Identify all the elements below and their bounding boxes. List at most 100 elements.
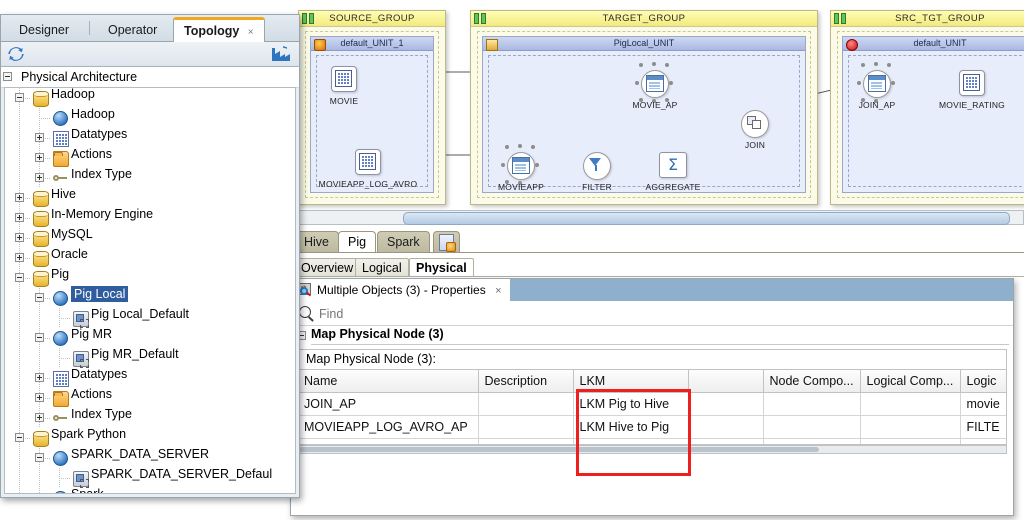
tree-item-hive[interactable]: Hive	[5, 187, 295, 208]
tree-item-pig-mr-default[interactable]: Pig MR_Default	[5, 347, 295, 368]
close-icon[interactable]: ×	[248, 27, 254, 38]
tree-item-datatypes[interactable]: Datatypes	[5, 127, 295, 148]
cell-name[interactable]: JOIN_AP	[298, 392, 479, 416]
column-name[interactable]: Name	[298, 370, 479, 393]
unit-default-unit[interactable]: default_UNIT JOIN_AP MOVIE_RATING	[842, 36, 1024, 193]
tree-item-in-memory-engine[interactable]: In-Memory Engine	[5, 207, 295, 228]
cell-description[interactable]	[478, 415, 574, 439]
refresh-icon[interactable]	[7, 45, 25, 63]
node-movie[interactable]: MOVIE	[330, 66, 358, 106]
cell-lkm[interactable]: LKM Pig to Hive	[573, 392, 689, 416]
node-aggregate[interactable]: Σ AGGREGATE	[645, 152, 700, 192]
tree-item-spark-data-server-defaul[interactable]: SPARK_DATA_SERVER_Defaul	[5, 467, 295, 488]
column-blank[interactable]	[688, 370, 764, 393]
grid-horizontal-scrollbar[interactable]	[297, 445, 1007, 454]
properties-table[interactable]: Name Description LKM Node Compo... Logic…	[298, 370, 1006, 444]
node-movieapp[interactable]: MOVIEAPP	[498, 144, 544, 192]
expand-icon[interactable]	[15, 253, 24, 262]
collapse-icon[interactable]	[3, 72, 12, 81]
diagram-horizontal-scrollbar[interactable]	[292, 210, 1024, 225]
tab-operator[interactable]: Operator	[98, 19, 167, 42]
cell-description[interactable]	[478, 392, 574, 416]
expand-icon[interactable]	[35, 393, 44, 402]
cell-logical-extra[interactable]: FILTE	[960, 415, 1006, 439]
tree-item-pig-mr[interactable]: Pig MR	[5, 327, 295, 348]
new-physical-design-button[interactable]	[433, 231, 460, 253]
column-logical-extra[interactable]: Logic	[960, 370, 1006, 393]
collapse-icon[interactable]	[15, 273, 24, 282]
cell-lkm[interactable]: LKM Hive to Pig	[573, 415, 689, 439]
tree-item-hadoop[interactable]: Hadoop	[5, 107, 295, 128]
tab-hive[interactable]: Hive	[294, 231, 340, 253]
column-logical-component[interactable]: Logical Comp...	[860, 370, 961, 393]
collapse-icon[interactable]	[15, 433, 24, 442]
physical-architecture-icon[interactable]	[271, 45, 291, 63]
tab-physical[interactable]: Physical	[409, 258, 474, 277]
cell-blank[interactable]	[688, 415, 764, 439]
unit-piglocal-unit[interactable]: PigLocal_UNIT MOVIE_AP MOVIEAPP FILTER Σ…	[482, 36, 806, 193]
node-movie-ap[interactable]: MOVIE_AP	[632, 62, 677, 110]
expand-icon[interactable]	[15, 213, 24, 222]
tree-item-datatypes[interactable]: Datatypes	[5, 367, 295, 388]
tree-item-spark-python[interactable]: Spark Python	[5, 427, 295, 448]
tab-logical[interactable]: Logical	[355, 258, 409, 277]
group-target[interactable]: TARGET_GROUP PigLocal_UNIT MOVIE_AP MOVI…	[470, 10, 818, 205]
tree-item-mysql[interactable]: MySQL	[5, 227, 295, 248]
collapse-icon[interactable]	[35, 493, 44, 494]
tree-item-spark-data-server[interactable]: SPARK_DATA_SERVER	[5, 447, 295, 468]
engine-tabs[interactable]: Hive Pig Spark	[290, 228, 1024, 253]
cell-logical-component[interactable]	[860, 392, 961, 416]
tree-item-hadoop[interactable]: Hadoop	[5, 88, 295, 108]
properties-tab[interactable]: ab Multiple Objects (3) - Properties ×	[291, 279, 510, 301]
tree-item-spark[interactable]: Spark	[5, 487, 295, 494]
column-node-component[interactable]: Node Compo...	[763, 370, 861, 393]
cell-node-component[interactable]	[763, 415, 861, 439]
tree-item-actions[interactable]: Actions	[5, 147, 295, 168]
column-description[interactable]: Description	[478, 370, 574, 393]
tab-designer[interactable]: Designer	[9, 19, 79, 42]
cell-name[interactable]: MOVIEAPP_LOG_AVRO_AP	[298, 415, 479, 439]
scrollbar-thumb[interactable]	[299, 447, 819, 452]
tab-spark[interactable]: Spark	[377, 231, 430, 253]
collapse-icon[interactable]	[35, 453, 44, 462]
group-source[interactable]: SOURCE_GROUP default_UNIT_1 MOVIE MOVIEA…	[298, 10, 446, 205]
scrollbar-thumb[interactable]	[403, 212, 1010, 225]
collapse-icon[interactable]	[35, 293, 44, 302]
expand-icon[interactable]	[35, 153, 44, 162]
node-movie-rating[interactable]: MOVIE_RATING	[939, 70, 1005, 110]
tab-pig[interactable]: Pig	[338, 231, 377, 253]
close-icon[interactable]: ×	[495, 285, 501, 297]
navigator-toolbar[interactable]	[1, 42, 299, 67]
collapse-icon[interactable]	[35, 333, 44, 342]
physical-architecture-tree[interactable]: Hadoop Hadoop Datatypes Actions Index Type Hi…	[4, 87, 296, 494]
node-filter[interactable]: FILTER	[582, 152, 612, 192]
expand-icon[interactable]	[35, 173, 44, 182]
tree-item-pig-local[interactable]: Pig Local	[5, 286, 295, 308]
cell-logical-extra[interactable]: movie	[960, 392, 1006, 416]
collapse-icon[interactable]	[15, 93, 24, 102]
column-lkm[interactable]: LKM	[573, 370, 689, 393]
search-input[interactable]	[317, 304, 921, 324]
expand-icon[interactable]	[35, 373, 44, 382]
physical-mapping-diagram[interactable]: SOURCE_GROUP default_UNIT_1 MOVIE MOVIEA…	[290, 0, 1024, 228]
section-header[interactable]: Map Physical Node (3)	[291, 326, 1013, 346]
tree-item-index-type[interactable]: Index Type	[5, 407, 295, 428]
cell-logical-component[interactable]	[860, 415, 961, 439]
expand-icon[interactable]	[35, 413, 44, 422]
tree-root-header[interactable]: Physical Architecture	[1, 67, 299, 88]
cell-blank[interactable]	[688, 392, 764, 416]
tree-item-pig[interactable]: Pig	[5, 267, 295, 288]
unit-default-unit-1[interactable]: default_UNIT_1 MOVIE MOVIEAPP_LOG_AVRO	[310, 36, 434, 193]
tab-overview[interactable]: Overview	[294, 258, 361, 277]
node-join[interactable]: JOIN	[741, 110, 769, 150]
group-src-tgt[interactable]: SRC_TGT_GROUP default_UNIT JOIN_AP MOVIE…	[830, 10, 1024, 205]
find-bar[interactable]	[291, 301, 1013, 326]
tree-item-index-type[interactable]: Index Type	[5, 167, 295, 188]
cell-node-component[interactable]	[763, 392, 861, 416]
expand-icon[interactable]	[35, 133, 44, 142]
table-row[interactable]: JOIN_AP LKM Pig to Hive movie	[298, 392, 1006, 416]
tab-topology[interactable]: Topology ×	[173, 17, 265, 42]
navigator-tab-strip[interactable]: Designer Operator Topology ×	[1, 15, 299, 42]
tree-item-actions[interactable]: Actions	[5, 387, 295, 408]
node-movieapp-log-avro[interactable]: MOVIEAPP_LOG_AVRO	[319, 149, 417, 189]
